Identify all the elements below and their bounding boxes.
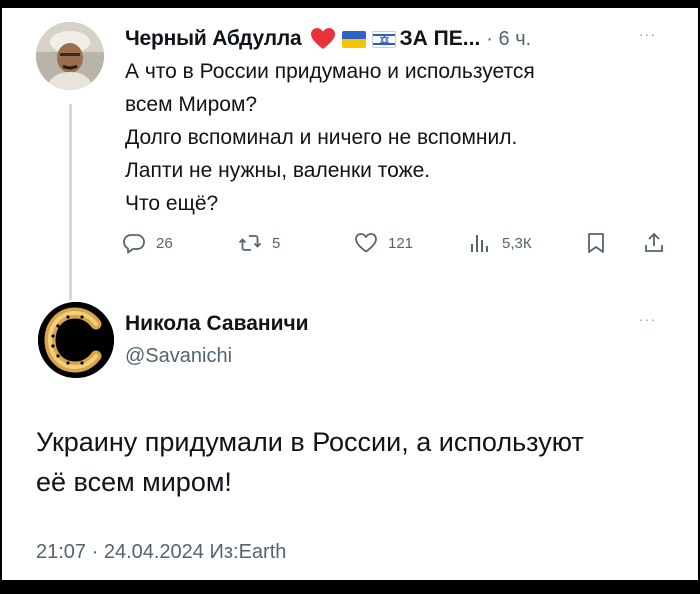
tweet-line: Что ещё?: [125, 192, 219, 215]
thread-connector-line: [69, 104, 72, 300]
tweet-line: Лапти не нужны, валенки тоже.: [125, 159, 431, 182]
share-button[interactable]: [642, 228, 666, 258]
reply-icon: [123, 234, 145, 254]
tweet-line: Украину придумали в России, а используют: [36, 427, 584, 457]
tweet1-action-bar: 26 5 121 5,3К: [122, 228, 677, 258]
time-value: 6 ч.: [498, 27, 532, 50]
tweet-line: всем Миром?: [125, 93, 258, 116]
heart-icon: [310, 28, 335, 49]
repost-button[interactable]: 5: [238, 228, 280, 258]
bottom-border: [0, 580, 700, 594]
israel-flag-icon: [371, 30, 396, 48]
author-name-tail: ЗА ПЕ...: [399, 27, 481, 50]
reply-count: 26: [156, 234, 173, 252]
tweet-line: её всем миром!: [36, 467, 232, 497]
avatar[interactable]: [38, 302, 114, 378]
repost-icon: [238, 235, 262, 251]
like-button[interactable]: 121: [354, 228, 413, 258]
name-badges: [310, 27, 396, 51]
avatar[interactable]: [36, 22, 104, 90]
views-bar-chart-icon: [471, 235, 488, 252]
author-name[interactable]: Никола Саваничи: [125, 312, 309, 336]
like-heart-icon: [355, 233, 377, 253]
tweet1-header: Черный Абдулла ЗА ПЕ... · 6 ч.: [125, 22, 531, 56]
tweet-line: Долго вспоминал и ничего не вспомнил.: [125, 126, 518, 149]
bookmark-icon: [588, 233, 604, 253]
tweet-time[interactable]: · 6 ч.: [486, 28, 531, 51]
tweet-timestamp-source[interactable]: 21:07 · 24.04.2024 Из:Earth: [36, 541, 286, 564]
more-options-button[interactable]: ···: [639, 26, 656, 42]
bookmark-button[interactable]: [584, 228, 608, 258]
avatar-image-icon: [36, 22, 104, 90]
author-name[interactable]: Черный Абдулла: [125, 27, 302, 51]
tweet1-body: А что в России придумано и используется …: [125, 55, 665, 220]
tweet2-body: Украину придумали в России, а используют…: [36, 422, 676, 502]
more-options-button[interactable]: ···: [639, 311, 656, 327]
tweet-line: А что в России придумано и используется: [125, 60, 535, 83]
ukraine-flag-icon: [341, 30, 366, 48]
time-separator: ·: [486, 27, 493, 50]
screenshot-frame: Черный Абдулла ЗА ПЕ... · 6 ч. ··· А что…: [0, 0, 700, 594]
views-count: 5,3К: [502, 234, 532, 252]
views-button[interactable]: 5,3К: [468, 228, 532, 258]
horseshoe-logo-icon: [38, 302, 114, 378]
thread-card: Черный Абдулла ЗА ПЕ... · 6 ч. ··· А что…: [2, 8, 698, 580]
author-handle[interactable]: @Savanichi: [125, 345, 232, 368]
like-count: 121: [388, 234, 414, 252]
repost-count: 5: [272, 234, 281, 252]
share-icon: [645, 232, 663, 252]
reply-button[interactable]: 26: [122, 228, 173, 258]
